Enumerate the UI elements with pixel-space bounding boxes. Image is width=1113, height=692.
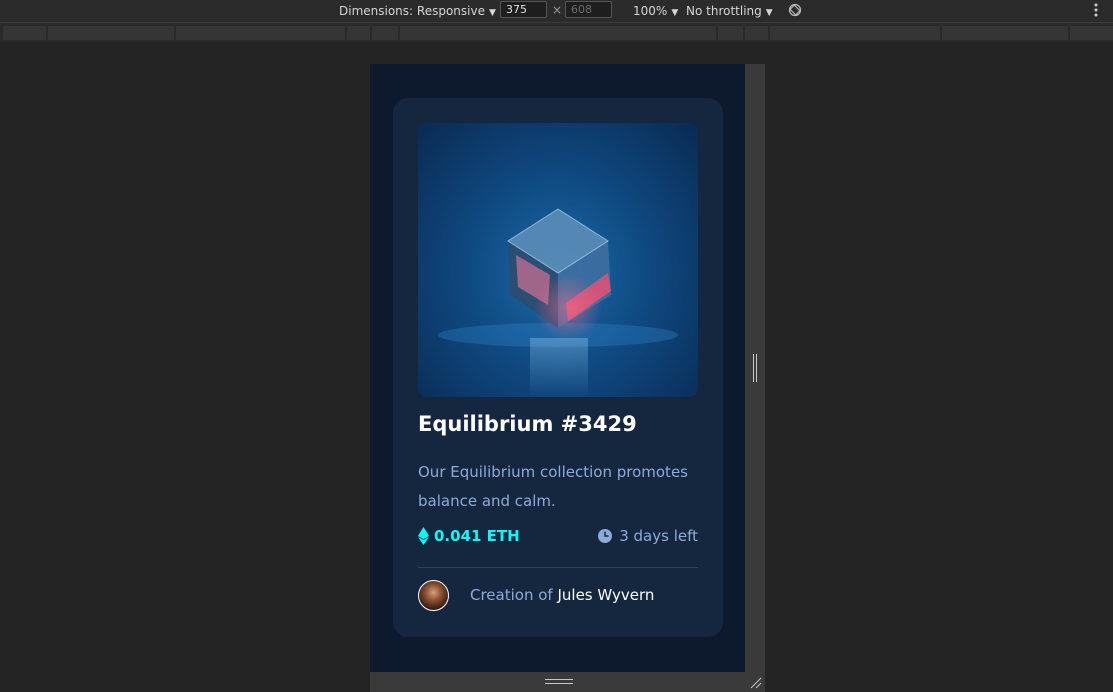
time-left-value: 3 days left [619,527,698,545]
zoom-label: 100% [633,4,668,18]
media-query-segment[interactable] [347,26,370,40]
dimensions-dropdown[interactable]: Dimensions: Responsive ▼ [339,4,496,18]
clock-icon [598,529,613,543]
media-query-segment[interactable] [745,26,768,40]
price-value: 0.041 ETH [434,527,520,545]
creator-name-link[interactable]: Jules Wyvern [557,586,654,604]
more-options-icon[interactable] [1091,2,1101,18]
divider [418,567,698,568]
height-input[interactable] [565,1,612,18]
vertical-resize-handle-icon[interactable] [753,354,757,382]
throttling-dropdown[interactable]: No throttling ▼ [686,4,773,18]
media-query-segment[interactable] [48,26,174,40]
chevron-down-icon: ▼ [765,8,773,18]
right-resize-gutter[interactable] [745,64,765,672]
media-query-segment[interactable] [1070,26,1113,40]
price: 0.041 ETH [418,526,520,546]
width-input[interactable] [500,1,547,18]
nft-title[interactable]: Equilibrium #3429 [418,412,637,436]
media-query-segment[interactable] [942,26,1068,40]
time-left: 3 days left [598,526,698,546]
zoom-dropdown[interactable]: 100% ▼ [633,4,678,18]
dimension-separator: × [552,3,563,17]
cube-illustration [438,208,678,397]
ethereum-icon [418,527,429,545]
nft-description: Our Equilibrium collection promotes bala… [418,463,688,510]
bottom-resize-gutter[interactable] [370,672,765,692]
nft-card: Equilibrium #3429 Our Equilibrium collec… [393,98,723,637]
media-query-segment[interactable] [718,26,743,40]
media-query-segment[interactable] [400,26,716,40]
creator-line: Creation of Jules Wyvern [470,586,654,604]
media-query-bar [0,23,1113,42]
corner-resize-icon[interactable] [750,677,762,689]
throttling-label: No throttling [686,4,762,18]
creation-prefix: Creation of [470,586,553,604]
device-toolbar: Dimensions: Responsive▼ × 100%▼ No throt… [0,0,1113,23]
media-query-segment[interactable] [3,26,46,40]
dimensions-label: Dimensions: Responsive [339,4,485,18]
media-query-segment[interactable] [176,26,345,40]
chevron-down-icon: ▼ [488,8,496,18]
media-query-segment[interactable] [770,26,940,40]
chevron-down-icon: ▼ [671,8,679,18]
horizontal-resize-handle-icon[interactable] [545,679,573,685]
rotate-icon[interactable] [788,3,802,17]
device-viewport: Equilibrium #3429 Our Equilibrium collec… [370,64,745,672]
avatar [418,580,449,611]
media-query-segment[interactable] [372,26,398,40]
nft-image[interactable] [418,123,698,397]
